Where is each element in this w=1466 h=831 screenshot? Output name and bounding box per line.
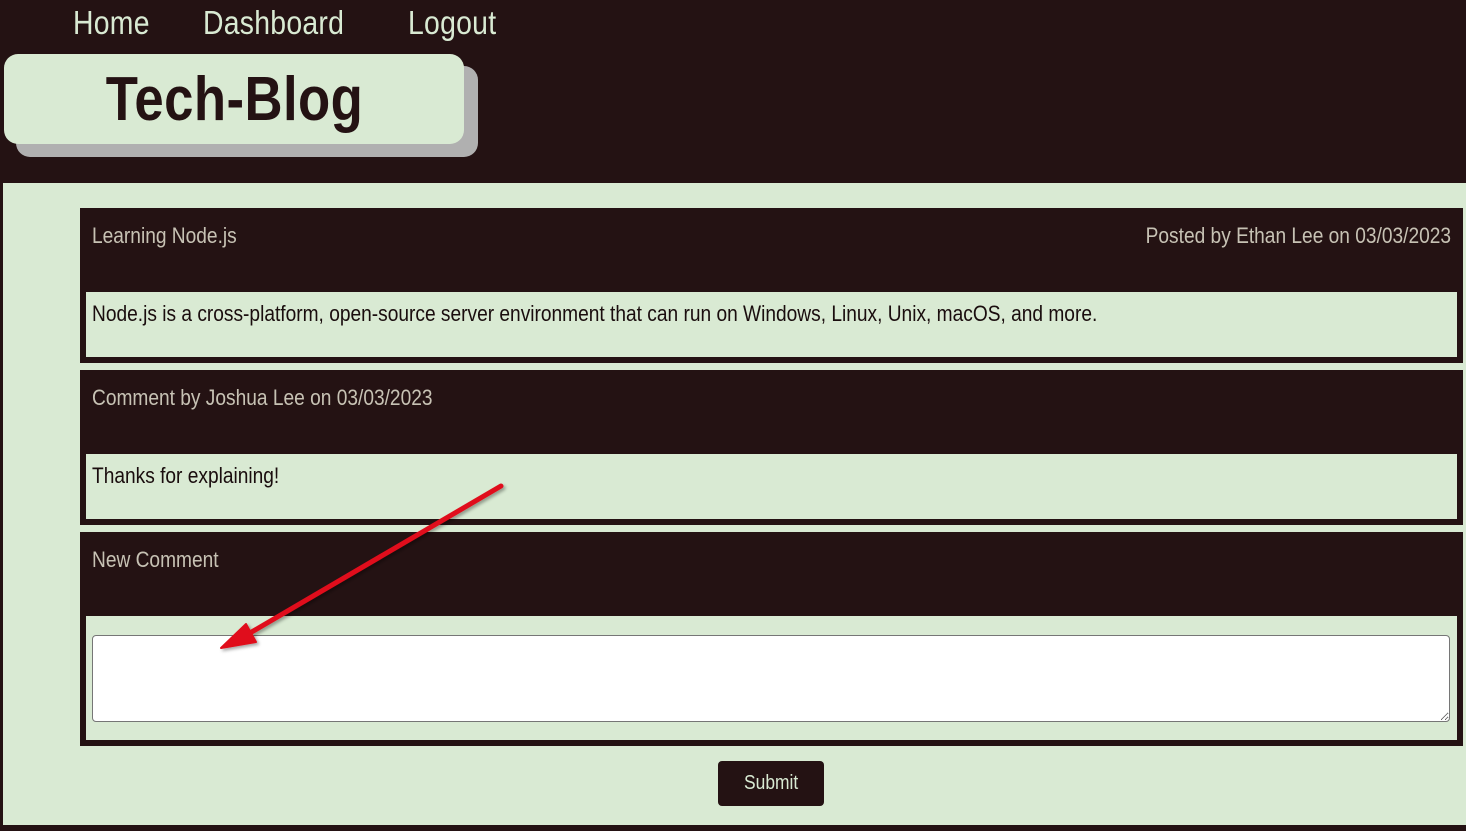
site-logo: Tech-Blog xyxy=(4,54,464,144)
comment-body: Thanks for explaining! xyxy=(86,454,1457,519)
post-header: Learning Node.js Posted by Ethan Lee on … xyxy=(80,208,1463,292)
post-meta: Posted by Ethan Lee on 03/03/2023 xyxy=(1145,223,1451,248)
comment-card: Comment by Joshua Lee on 03/03/2023 Than… xyxy=(80,370,1463,525)
post-card: Learning Node.js Posted by Ethan Lee on … xyxy=(80,208,1463,363)
new-comment-textarea[interactable] xyxy=(92,635,1450,722)
comment-meta: Comment by Joshua Lee on 03/03/2023 xyxy=(92,385,433,410)
site-title: Tech-Blog xyxy=(105,64,363,134)
post-content: Node.js is a cross-platform, open-source… xyxy=(92,301,1098,326)
new-comment-heading: New Comment xyxy=(92,547,219,572)
comment-header: Comment by Joshua Lee on 03/03/2023 xyxy=(80,370,1463,454)
page: Home Dashboard Logout Tech-Blog Learning… xyxy=(0,0,1466,831)
top-nav: Home Dashboard Logout xyxy=(0,0,1466,50)
new-comment-header: New Comment xyxy=(80,532,1463,616)
post-title: Learning Node.js xyxy=(92,223,237,248)
new-comment-body xyxy=(86,616,1457,740)
nav-dashboard-link[interactable]: Dashboard xyxy=(203,4,344,42)
comment-content: Thanks for explaining! xyxy=(92,463,280,488)
main-content: Learning Node.js Posted by Ethan Lee on … xyxy=(3,183,1466,825)
submit-label: Submit xyxy=(743,772,799,794)
new-comment-card: New Comment xyxy=(80,532,1463,746)
submit-button[interactable]: Submit xyxy=(718,761,824,806)
post-body: Node.js is a cross-platform, open-source… xyxy=(86,292,1457,357)
nav-home-link[interactable]: Home xyxy=(73,4,150,42)
nav-logout-link[interactable]: Logout xyxy=(408,4,496,42)
